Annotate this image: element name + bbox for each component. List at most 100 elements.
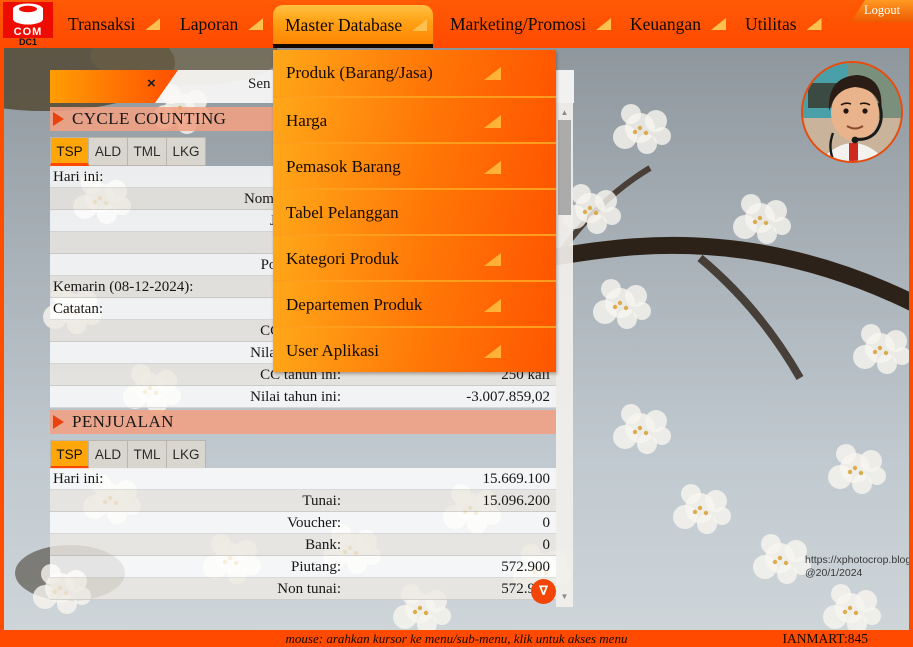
menu-item-label: Master Database xyxy=(285,15,402,35)
photo-watermark: https://xphotocrop.blogspo @20/1/2024 xyxy=(805,554,909,580)
watermark-url: https://xphotocrop.blogspo xyxy=(805,554,909,567)
user-avatar[interactable] xyxy=(801,61,903,163)
row-label: Hari ini: xyxy=(53,468,103,490)
table-row: Bank: 0 xyxy=(50,534,556,556)
terminal-id-label: IANMART:845 xyxy=(782,630,868,647)
menu-item-marketing-promosi[interactable]: Marketing/Promosi xyxy=(450,0,611,48)
dropdown-item-label: Pemasok Barang xyxy=(286,157,401,176)
tab-tml[interactable]: TML xyxy=(128,137,167,166)
avatar-photo xyxy=(803,63,903,163)
menu-item-label: Utilitas xyxy=(745,14,797,34)
status-hint-text: mouse: arahkan kursor ke menu/sub-menu, … xyxy=(0,630,913,647)
row-value: 15.096.200 xyxy=(483,490,551,512)
row-label: Hari ini: xyxy=(53,166,103,188)
tab-ald[interactable]: ALD xyxy=(89,137,128,166)
window-border-left xyxy=(0,48,4,630)
chevron-submenu-icon xyxy=(484,253,501,266)
dropdown-item-label: Produk (Barang/Jasa) xyxy=(286,63,433,82)
scroll-more-button[interactable]: ∇ xyxy=(531,579,556,604)
chevron-submenu-icon xyxy=(248,18,263,30)
tab-tsp[interactable]: TSP xyxy=(50,440,89,469)
row-value: 15.669.100 xyxy=(483,468,551,490)
dropdown-item-label: Tabel Pelanggan xyxy=(286,203,399,222)
panel-scrollbar[interactable]: ▲ ▼ xyxy=(556,103,573,607)
table-row: Non tunai:572.900 xyxy=(50,578,556,600)
menu-item-keuangan[interactable]: Keuangan xyxy=(630,0,726,48)
store-tabs-penjualan: TSPALDTMLLKG xyxy=(50,440,556,469)
tab-lkg[interactable]: LKG xyxy=(167,137,206,166)
menu-item-label: Transaksi xyxy=(68,14,135,34)
tab-tml[interactable]: TML xyxy=(128,440,167,469)
chevron-submenu-icon xyxy=(484,115,501,128)
dropdown-item-harga[interactable]: Harga xyxy=(273,96,556,142)
row-label: Tunai: xyxy=(50,490,341,512)
branch-code-label: DC1 xyxy=(3,37,53,47)
application-window: × Sen CYCLE COUNTING TSPALDTMLLKG Hari i… xyxy=(0,0,913,647)
watermark-date: @20/1/2024 xyxy=(805,567,909,580)
section-arrow-icon xyxy=(53,415,64,429)
dropdown-item-user-aplikasi[interactable]: User Aplikasi xyxy=(273,326,556,372)
penjualan-rows: Hari ini:15.669.100Tunai:15.096.200Vouch… xyxy=(50,468,556,600)
chevron-submenu-icon xyxy=(145,18,160,30)
chevron-submenu-icon xyxy=(412,19,427,31)
chevron-submenu-icon xyxy=(484,161,501,174)
chevron-submenu-icon xyxy=(711,18,726,30)
dropdown-item-departemen-produk[interactable]: Departemen Produk xyxy=(273,280,556,326)
section-header-penjualan: PENJUALAN xyxy=(50,410,556,434)
dropdown-item-pemasok-barang[interactable]: Pemasok Barang xyxy=(273,142,556,188)
panel-date-label: Sen xyxy=(248,76,271,93)
dropdown-item-label: User Aplikasi xyxy=(286,341,379,360)
logout-button[interactable]: Logout xyxy=(851,0,913,22)
chevron-submenu-icon xyxy=(596,18,611,30)
menu-item-utilitas[interactable]: Utilitas xyxy=(745,0,822,48)
menu-item-laporan[interactable]: Laporan xyxy=(180,0,263,48)
tab-lkg[interactable]: LKG xyxy=(167,440,206,469)
panel-ribbon xyxy=(50,70,178,103)
menu-item-label: Laporan xyxy=(180,14,238,34)
row-label: Bank: xyxy=(50,534,341,556)
menu-item-label: Marketing/Promosi xyxy=(450,14,586,34)
table-row: Voucher: 0 xyxy=(50,512,556,534)
scroll-down-icon[interactable]: ▼ xyxy=(556,589,573,605)
scroll-up-icon[interactable]: ▲ xyxy=(556,105,573,121)
row-label: Piutang: xyxy=(50,556,341,578)
table-row: Hari ini: 15.669.100 xyxy=(50,468,556,490)
menu-item-master-database[interactable]: Master Database xyxy=(285,5,427,48)
row-label: Non tunai: xyxy=(50,578,341,600)
tab-ald[interactable]: ALD xyxy=(89,440,128,469)
close-icon[interactable]: × xyxy=(147,75,156,92)
dropdown-item-kategori-produk[interactable]: Kategori Produk xyxy=(273,234,556,280)
dropdown-item-label: Harga xyxy=(286,111,327,130)
dropdown-item-label: Kategori Produk xyxy=(286,249,399,268)
menu-item-transaksi[interactable]: Transaksi xyxy=(68,0,160,48)
menu-bar: COM DC1 Transaksi Laporan Master Database M… xyxy=(0,0,913,48)
dropdown-item-label: Departemen Produk xyxy=(286,295,422,314)
dropdown-item-produk-barang-jasa-[interactable]: Produk (Barang/Jasa) xyxy=(273,50,556,96)
dropdown-item-tabel-pelanggan[interactable]: Tabel Pelanggan xyxy=(273,188,556,234)
table-row: Piutang: 572.900 xyxy=(50,556,556,578)
chevron-submenu-icon xyxy=(484,67,501,80)
row-label: Nilai tahun ini: xyxy=(50,386,341,408)
table-row: Tunai: 15.096.200 xyxy=(50,490,556,512)
row-value: 572.900 xyxy=(501,556,550,578)
window-border-right xyxy=(909,48,913,630)
row-value: 0 xyxy=(543,534,551,556)
menu-item-label: Keuangan xyxy=(630,14,701,34)
active-menu-tab[interactable]: Master Database xyxy=(273,5,433,48)
section-arrow-icon xyxy=(53,112,64,126)
table-row: Nilai tahun ini: -3.007.859,02 xyxy=(50,386,556,408)
row-value: 0 xyxy=(543,512,551,534)
row-label: Catatan: xyxy=(53,298,103,320)
status-bar: mouse: arahkan kursor ke menu/sub-menu, … xyxy=(0,630,913,647)
app-logo: COM xyxy=(3,2,53,38)
row-label: Voucher: xyxy=(50,512,341,534)
chevron-submenu-icon xyxy=(484,299,501,312)
master-database-dropdown: Produk (Barang/Jasa) Harga Pemasok Barang T… xyxy=(273,50,556,372)
row-value: -3.007.859,02 xyxy=(466,386,550,408)
scrollbar-thumb[interactable] xyxy=(558,120,571,215)
chevron-submenu-icon xyxy=(807,18,822,30)
drum-logo-icon: COM xyxy=(3,2,53,38)
chevron-submenu-icon xyxy=(484,345,501,358)
active-tab-underline xyxy=(273,44,433,48)
tab-tsp[interactable]: TSP xyxy=(50,137,89,166)
